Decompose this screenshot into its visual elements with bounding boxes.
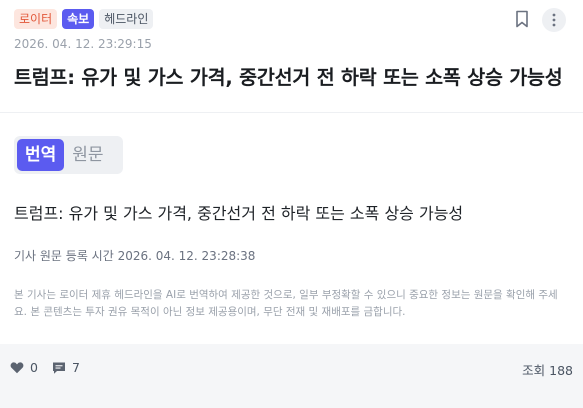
comment-button[interactable]: 7 <box>52 360 80 375</box>
original-registered-time: 기사 원문 등록 시간 2026. 04. 12. 23:28:38 <box>14 249 256 263</box>
comment-count: 7 <box>72 360 80 375</box>
article-body: 트럼프: 유가 및 가스 가격, 중간선거 전 하락 또는 소폭 상승 가능성 <box>14 204 464 223</box>
heart-icon <box>10 362 24 374</box>
page-title: 트럼프: 유가 및 가스 가격, 중간선거 전 하락 또는 소폭 상승 가능성 <box>14 66 563 89</box>
breaking-tag: 속보 <box>62 9 95 29</box>
tag-list: 로이터 속보 헤드라인 <box>14 9 154 29</box>
original-tab[interactable]: 원문 <box>64 139 111 171</box>
translation-toggle: 번역 원문 <box>14 136 123 174</box>
source-tag: 로이터 <box>14 9 58 29</box>
divider <box>0 112 583 113</box>
like-count: 0 <box>30 360 38 375</box>
like-button[interactable]: 0 <box>10 360 38 375</box>
translation-tab[interactable]: 번역 <box>17 139 65 171</box>
published-timestamp: 2026. 04. 12. 23:29:15 <box>14 37 152 51</box>
bookmark-icon <box>516 10 528 28</box>
more-options-button[interactable] <box>542 8 566 32</box>
bookmark-button[interactable] <box>512 9 532 29</box>
comment-icon <box>53 362 65 374</box>
disclaimer-text: 본 기사는 로이터 제휴 헤드라인을 AI로 번역하여 제공한 것으로, 일부 … <box>14 289 558 318</box>
article-footer: 0 7 조회 188 <box>0 344 583 408</box>
more-vertical-icon <box>552 13 556 27</box>
view-count: 조회 188 <box>522 363 573 378</box>
category-tag: 헤드라인 <box>99 9 154 29</box>
